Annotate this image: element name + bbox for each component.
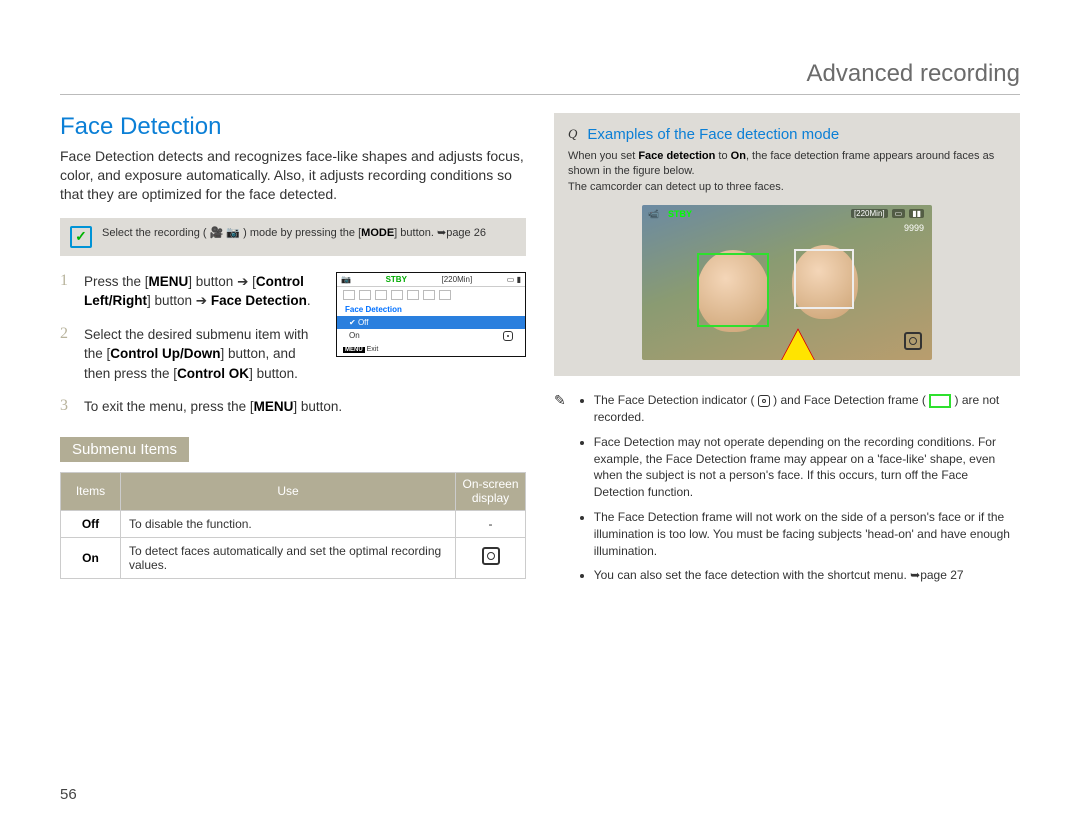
magnifier-icon <box>568 125 577 143</box>
battery-icon: ▭ ▮ <box>507 275 521 284</box>
menu-label: Face Detection <box>337 303 525 316</box>
step-text: To exit the menu, press the [MENU] butto… <box>84 397 342 417</box>
time-remaining: [220Min] <box>442 275 473 284</box>
step-number: 3 <box>60 397 74 417</box>
intro-text: Face Detection detects and recognizes fa… <box>60 147 526 204</box>
step-text: Press the [MENU] button ➔ [Control Left/… <box>84 272 324 311</box>
menu-row-off: ✔ Off <box>337 316 525 329</box>
th-use: Use <box>121 473 456 511</box>
face-frame-primary <box>697 253 769 327</box>
note-item: Face Detection may not operate depending… <box>594 434 1020 501</box>
examples-box: Examples of the Face detection mode When… <box>554 113 1020 376</box>
movie-icon: 🎥 <box>210 227 224 239</box>
check-icon <box>70 226 92 248</box>
mode-note-text: Select the recording ( 🎥 📷 ) mode by pre… <box>102 226 486 239</box>
page-number: 56 <box>60 786 77 803</box>
face-detect-icon <box>758 395 770 407</box>
step-2: 2 Select the desired submenu item with t… <box>60 325 324 384</box>
example-screenshot: STBY 📹 [220Min] ▭ ▮▮ 9999 <box>642 205 932 360</box>
face-detect-icon <box>503 331 513 341</box>
green-frame-icon <box>929 394 951 408</box>
step-number: 2 <box>60 325 74 384</box>
th-osd: On-screen display <box>456 473 526 511</box>
stby-label: STBY <box>386 275 407 284</box>
step-1: 1 Press the [MENU] button ➔ [Control Lef… <box>60 272 324 311</box>
card-icon: ▭ <box>892 209 906 218</box>
stby-label: STBY <box>668 209 692 219</box>
face-frame-secondary <box>794 249 854 309</box>
step-number: 1 <box>60 272 74 311</box>
time-remaining: [220Min] <box>851 209 888 218</box>
th-items: Items <box>61 473 121 511</box>
step-text: Select the desired submenu item with the… <box>84 325 324 384</box>
examples-title: Examples of the Face detection mode <box>587 126 839 143</box>
note-item: The Face Detection frame will not work o… <box>594 509 1020 559</box>
section-title: Face Detection <box>60 113 526 141</box>
submenu-table: Items Use On-screen display Off To disab… <box>60 472 526 579</box>
counter: 9999 <box>904 223 924 233</box>
pencil-icon <box>554 392 566 592</box>
submenu-header: Submenu Items <box>60 437 189 462</box>
note-item: The Face Detection indicator ( ) and Fac… <box>594 392 1020 426</box>
left-column: Face Detection Face Detection detects an… <box>60 113 526 592</box>
notes-box: The Face Detection indicator ( ) and Fac… <box>554 392 1020 592</box>
examples-body: When you set Face detection to On, the f… <box>568 149 1006 195</box>
right-column: Examples of the Face detection mode When… <box>554 113 1020 592</box>
battery-icon: ▮▮ <box>909 209 924 218</box>
menu-tabs <box>337 287 525 303</box>
camera-icon: 📷 <box>226 227 240 239</box>
menu-row-on: On <box>337 329 525 343</box>
face-detect-icon <box>904 332 922 350</box>
mode-note: Select the recording ( 🎥 📷 ) mode by pre… <box>60 218 526 256</box>
table-row: On To detect faces automatically and set… <box>61 537 526 578</box>
note-item: You can also set the face detection with… <box>594 567 1020 584</box>
table-row: Off To disable the function. - <box>61 510 526 537</box>
chapter-title: Advanced recording <box>60 60 1020 95</box>
menu-screenshot: 📷 STBY [220Min] ▭ ▮ Face Detection ✔ Off… <box>336 272 526 357</box>
menu-exit: MENU Exit <box>337 343 525 356</box>
face-detect-icon <box>482 547 500 565</box>
rec-icon: 📹 <box>648 209 659 220</box>
pointer-arrow-icon <box>780 328 816 360</box>
step-3: 3 To exit the menu, press the [MENU] but… <box>60 397 526 417</box>
